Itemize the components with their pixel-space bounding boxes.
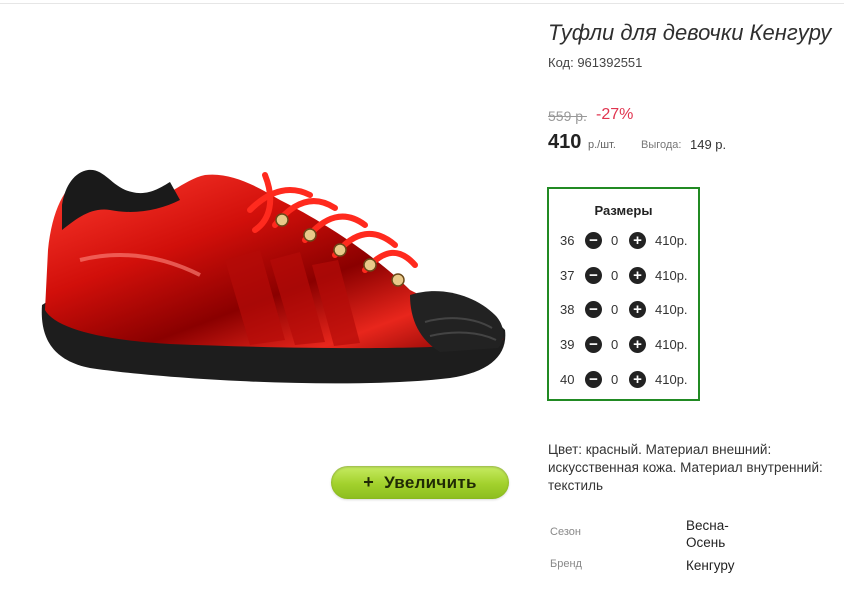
plus-circle-icon[interactable]: + [629, 301, 646, 318]
size-price: 410р. [655, 233, 688, 248]
size-number: 39 [560, 337, 575, 352]
season-value: Весна-Осень [686, 518, 729, 550]
brand-value: Кенгуру [686, 558, 735, 573]
plus-circle-icon[interactable]: + [629, 267, 646, 284]
current-price: 410 [548, 131, 582, 153]
zoom-button[interactable]: + Увеличить [331, 466, 509, 499]
product-title: Туфли для девочки Кенгуру [548, 20, 832, 45]
size-price: 410р. [655, 372, 688, 387]
quantity-value: 0 [611, 337, 619, 352]
plus-icon: + [363, 472, 375, 492]
sizes-title: Размеры [594, 203, 653, 218]
plus-circle-icon[interactable]: + [629, 232, 646, 249]
minus-circle-icon[interactable]: − [585, 267, 602, 284]
size-price: 410р. [655, 268, 688, 283]
size-number: 38 [560, 302, 575, 317]
quantity-value: 0 [611, 268, 619, 283]
plus-circle-icon[interactable]: + [629, 371, 646, 388]
size-row: 39 − 0 + 410р. [549, 333, 698, 357]
shoe-illustration [41, 169, 506, 384]
size-row: 36 − 0 + 410р. [549, 229, 698, 253]
price-unit: р./шт. [588, 139, 616, 151]
minus-circle-icon[interactable]: − [585, 336, 602, 353]
sizes-panel: Размеры 36 − 0 + 410р. 37 − 0 + 410р. 38… [547, 187, 700, 401]
minus-circle-icon[interactable]: − [585, 232, 602, 249]
product-code: Код: 961392551 [548, 55, 643, 70]
benefit-label: Выгода: [641, 139, 682, 151]
minus-circle-icon[interactable]: − [585, 371, 602, 388]
size-row: 38 − 0 + 410р. [549, 298, 698, 322]
size-price: 410р. [655, 337, 688, 352]
brand-label: Бренд [550, 558, 582, 570]
quantity-value: 0 [611, 372, 619, 387]
quantity-value: 0 [611, 233, 619, 248]
discount-badge: -27% [596, 106, 634, 123]
size-price: 410р. [655, 302, 688, 317]
plus-circle-icon[interactable]: + [629, 336, 646, 353]
benefit-value: 149 р. [690, 137, 727, 152]
size-number: 37 [560, 268, 575, 283]
old-price: 559 р. [548, 108, 587, 124]
quantity-value: 0 [611, 302, 619, 317]
product-image[interactable] [20, 60, 520, 430]
product-description: Цвет: красный. Материал внешний: искусст… [548, 442, 823, 493]
size-row: 40 − 0 + 410р. [549, 368, 698, 392]
top-divider [0, 3, 844, 4]
minus-circle-icon[interactable]: − [585, 301, 602, 318]
zoom-button-label: Увеличить [384, 472, 477, 492]
size-row: 37 − 0 + 410р. [549, 264, 698, 288]
size-number: 40 [560, 372, 575, 387]
size-number: 36 [560, 233, 575, 248]
season-label: Сезон [550, 526, 581, 538]
